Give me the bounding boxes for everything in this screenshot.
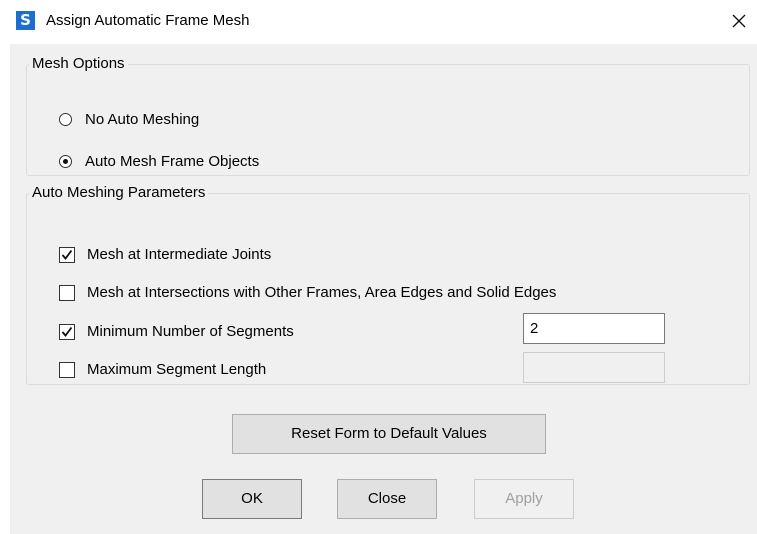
close-button[interactable]: Close [337,479,437,519]
assign-automatic-frame-mesh-dialog: S Assign Automatic Frame Mesh Mesh Optio… [0,0,757,534]
no-auto-meshing-label: No Auto Meshing [85,111,200,128]
auto-meshing-parameters-legend: Auto Meshing Parameters [32,184,206,201]
minimum-segments-label: Minimum Number of Segments [87,323,294,340]
auto-meshing-parameters-group: Auto Meshing Parameters Mesh at Intermed… [26,184,750,385]
mesh-options-legend: Mesh Options [32,55,125,72]
mesh-intersections-label: Mesh at Intersections with Other Frames,… [87,284,557,301]
maximum-segment-length-label: Maximum Segment Length [87,361,267,378]
close-icon[interactable] [724,8,754,36]
minimum-segments-input[interactable] [523,313,665,344]
apply-button[interactable]: Apply [474,479,574,519]
dialog-client-area: Mesh Options No Auto Meshing Auto Mesh F… [10,44,757,534]
window-title: Assign Automatic Frame Mesh [46,12,250,29]
mesh-options-group: Mesh Options No Auto Meshing Auto Mesh F… [26,55,750,176]
title-bar: S Assign Automatic Frame Mesh [0,0,757,44]
checkbox-unchecked-icon[interactable] [59,362,75,378]
auto-mesh-frame-objects-label: Auto Mesh Frame Objects [85,153,260,170]
app-logo-icon: S [16,11,35,30]
radio-unselected-icon[interactable] [59,113,72,126]
reset-defaults-button[interactable]: Reset Form to Default Values [232,414,546,454]
radio-selected-icon[interactable] [59,155,72,168]
maximum-segment-length-input[interactable] [523,352,665,383]
mesh-intermediate-joints-label: Mesh at Intermediate Joints [87,246,272,263]
ok-button[interactable]: OK [202,479,302,519]
checkbox-checked-icon[interactable] [59,247,75,263]
checkbox-checked-icon[interactable] [59,324,75,340]
checkbox-unchecked-icon[interactable] [59,285,75,301]
